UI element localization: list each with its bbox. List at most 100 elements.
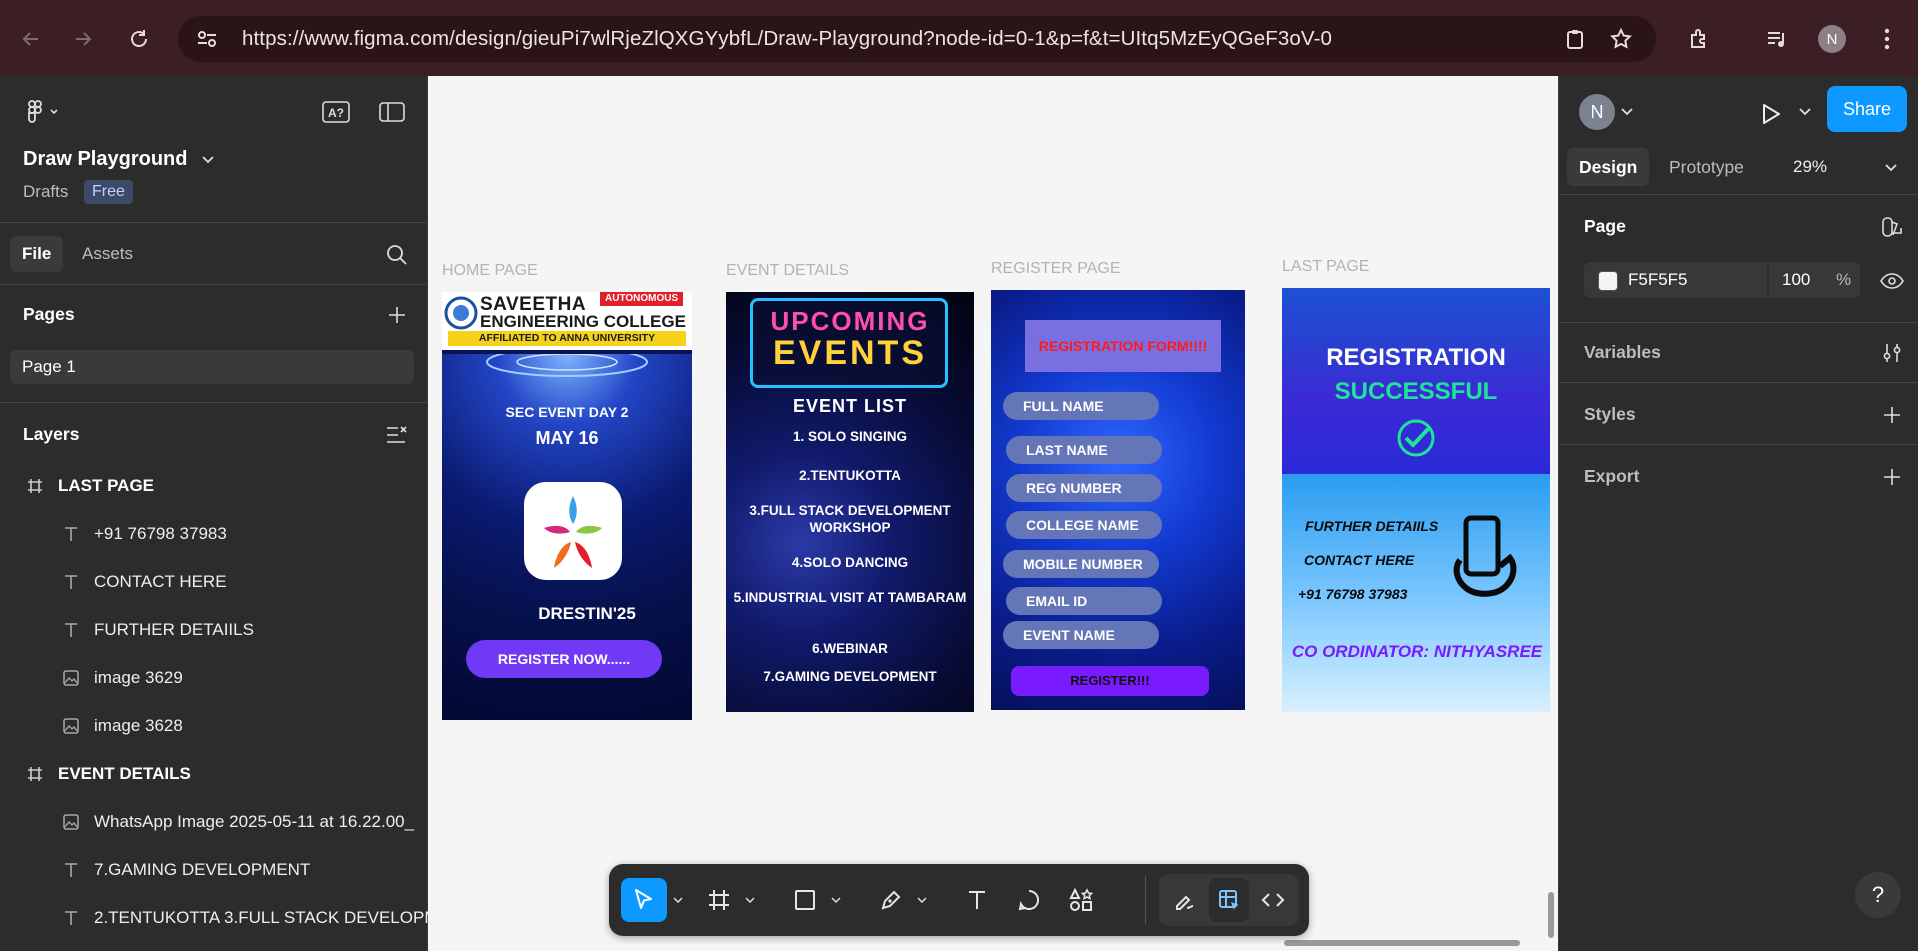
visibility-eye-icon[interactable] [1877,266,1907,296]
register-now-button[interactable]: REGISTER NOW...... [466,640,662,678]
image-layer-icon [60,811,82,833]
page-opacity-value[interactable]: 100 [1782,270,1810,290]
search-icon[interactable] [382,240,412,270]
add-export-icon[interactable] [1877,462,1907,492]
form-field-event-name[interactable]: EVENT NAME [1003,621,1159,649]
site-settings-icon[interactable] [192,24,222,54]
frame-tool-chevron-icon[interactable] [741,878,759,922]
move-tool-icon[interactable] [621,878,667,922]
shape-tool-icon[interactable] [785,878,825,922]
variables-adjust-icon[interactable] [1877,338,1907,368]
zoom-level[interactable]: 29% [1793,148,1827,186]
layer-text[interactable]: +91 76798 37983 [0,510,428,558]
frame-tool-icon[interactable] [699,878,739,922]
tab-assets[interactable]: Assets [82,236,133,272]
text-tool-icon[interactable] [957,878,997,922]
zoom-chevron-icon[interactable] [1881,158,1901,178]
styles-section-title[interactable]: Styles [1584,404,1636,425]
divider [1559,444,1918,445]
bookmark-star-icon[interactable] [1606,24,1636,54]
design-canvas[interactable]: HOME PAGE EVENT DETAILS REGISTER PAGE LA… [428,76,1558,951]
layer-frame-last-page[interactable]: LAST PAGE [0,462,428,510]
event-list-title: EVENT LIST [792,396,907,416]
present-play-icon[interactable] [1755,98,1787,130]
help-button[interactable]: ? [1855,872,1901,918]
frame-label-events[interactable]: EVENT DETAILS [726,262,849,280]
file-location[interactable]: Drafts [23,182,68,202]
reload-icon[interactable] [122,22,156,56]
profile-avatar[interactable]: N [1815,22,1849,56]
file-name[interactable]: Draw Playground [23,148,187,171]
address-bar[interactable]: https://www.figma.com/design/gieuPi7wlRj… [178,16,1656,62]
layer-list-options-icon[interactable] [382,420,412,450]
text-layer-icon [60,859,82,881]
frame-icon [24,763,46,785]
browser-menu-icon[interactable] [1870,22,1904,56]
present-chevron-icon[interactable] [1795,102,1815,122]
text-translate-icon[interactable]: A? [320,96,352,128]
frame-register-page[interactable]: REGISTRATION FORM!!!! FULL NAME LAST NAM… [991,290,1245,710]
form-field-reg-number[interactable]: REG NUMBER [1006,474,1162,502]
variables-section-title[interactable]: Variables [1584,342,1661,363]
page-item-page-1[interactable]: Page 1 [10,350,414,384]
frame-label-home[interactable]: HOME PAGE [442,262,538,280]
form-field-mobile-number[interactable]: MOBILE NUMBER [1003,550,1159,578]
frame-label-last[interactable]: LAST PAGE [1282,258,1369,276]
forward-icon[interactable] [66,22,100,56]
frame-event-details[interactable]: UPCOMING EVENTS EVENT LIST 1. SOLO SINGI… [726,292,974,712]
horizontal-scrollbar[interactable] [1284,940,1520,946]
layer-text[interactable]: 7.GAMING DEVELOPMENT [0,846,428,894]
page-styles-icon[interactable] [1877,212,1907,242]
share-button[interactable]: Share [1827,86,1907,132]
form-field-email-id[interactable]: EMAIL ID [1006,587,1162,615]
file-name-chevron-icon[interactable] [200,150,216,170]
page-color-swatch[interactable] [1598,271,1618,291]
frame-home-page[interactable]: SAVEETHA ENGINEERING COLLEGE AUTONOMOUS … [442,292,692,720]
layer-image[interactable]: image 3628 [0,702,428,750]
form-field-college-name[interactable]: COLLEGE NAME [1006,511,1162,539]
tools-toolbar [609,864,1309,936]
actions-tool-icon[interactable] [1061,878,1101,922]
pen-tool-icon[interactable] [871,878,911,922]
register-submit-button[interactable]: REGISTER!!! [1011,666,1209,696]
draw-mode-icon[interactable] [1165,878,1205,922]
layer-text[interactable]: 2.TENTUKOTTA 3.FULL STACK DEVELOPM [0,894,428,942]
layer-image[interactable]: image 3629 [0,654,428,702]
layer-text[interactable]: CONTACT HERE [0,558,428,606]
form-field-last-name[interactable]: LAST NAME [1006,436,1162,464]
vertical-scrollbar[interactable] [1548,892,1554,938]
shape-tool-chevron-icon[interactable] [827,878,845,922]
design-mode-icon[interactable] [1209,878,1249,922]
layer-image[interactable]: WhatsApp Image 2025-05-11 at 16.22.00_ [0,798,428,846]
tab-prototype[interactable]: Prototype [1669,148,1744,186]
media-controls-icon[interactable] [1760,22,1794,56]
frame-last-page[interactable]: REGISTRATION SUCCESSFUL FURTHER DETAIILS… [1282,288,1550,712]
move-tool-chevron-icon[interactable] [669,878,687,922]
add-style-icon[interactable] [1877,400,1907,430]
user-avatar[interactable]: N [1579,94,1615,130]
export-section-title[interactable]: Export [1584,466,1639,487]
tab-file[interactable]: File [10,236,64,272]
properties-panel: N Share Design Prototype 29% Page F5F5F5… [1558,76,1918,951]
college-header: SAVEETHA ENGINEERING COLLEGE AUTONOMOUS … [442,292,692,350]
add-page-icon[interactable] [382,300,412,330]
avatar-chevron-icon[interactable] [1617,102,1637,122]
toggle-sidebar-icon[interactable] [376,96,408,128]
comment-tool-icon[interactable] [1009,878,1049,922]
frame-label-register[interactable]: REGISTER PAGE [991,260,1121,278]
layer-text[interactable]: FURTHER DETAIILS [0,606,428,654]
layer-frame-event-details[interactable]: EVENT DETAILS [0,750,428,798]
back-icon[interactable] [14,22,48,56]
form-field-full-name[interactable]: FULL NAME [1003,392,1159,420]
dev-mode-icon[interactable] [1253,878,1293,922]
college-seal-icon [444,296,478,330]
clipboard-icon[interactable] [1560,24,1590,54]
page-color-hex[interactable]: F5F5F5 [1628,270,1688,290]
event-item: 3.FULL STACK DEVELOPMENT WORKSHOP [749,503,951,535]
page-color-field[interactable]: F5F5F5 100 % [1584,262,1860,298]
layer-label: 7.GAMING DEVELOPMENT [94,860,311,879]
pen-tool-chevron-icon[interactable] [913,878,931,922]
tab-design[interactable]: Design [1567,148,1650,186]
figma-main-menu[interactable] [22,96,66,128]
extensions-icon[interactable] [1682,22,1716,56]
